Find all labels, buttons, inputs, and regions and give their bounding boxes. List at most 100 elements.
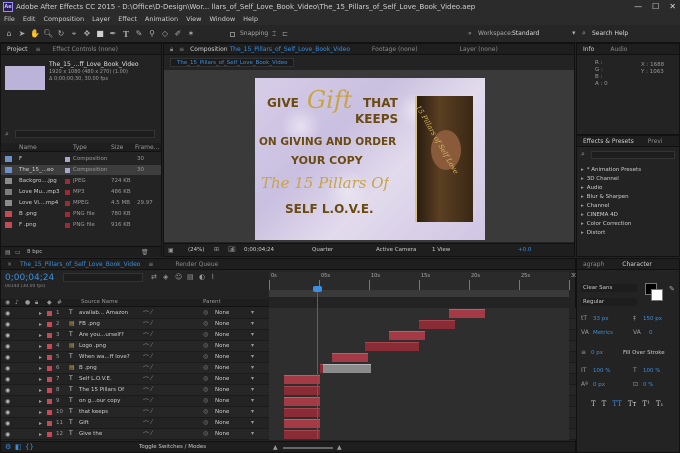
layer-name[interactable]: on g...our copy bbox=[79, 398, 139, 404]
layer-name[interactable]: Give the bbox=[79, 431, 139, 437]
menu-window[interactable]: Window bbox=[210, 14, 236, 25]
subscript-icon[interactable]: T₁ bbox=[656, 400, 663, 408]
tab-effect-controls[interactable]: Effect Controls (none) bbox=[52, 46, 118, 53]
layer-duration-bar[interactable] bbox=[284, 430, 320, 439]
effects-category[interactable]: ▸ Blur & Sharpen bbox=[577, 193, 679, 201]
layer-label-swatch[interactable] bbox=[47, 355, 52, 360]
shy-switch-icon[interactable]: ⌒ bbox=[143, 364, 149, 373]
parent-select[interactable]: None bbox=[215, 332, 229, 338]
parent-pickwhip-icon[interactable]: ◎ bbox=[203, 331, 208, 338]
tab-info[interactable]: Info bbox=[583, 46, 594, 53]
quality-switch-icon[interactable]: ⁄ bbox=[151, 386, 152, 393]
menu-help[interactable]: Help bbox=[243, 14, 258, 25]
layer-label-swatch[interactable] bbox=[47, 388, 52, 393]
camera-select[interactable]: Active Camera bbox=[376, 247, 416, 253]
small-caps-icon[interactable]: Tт bbox=[628, 400, 637, 408]
tab-layer[interactable]: Layer (none) bbox=[460, 46, 498, 53]
quality-switch-icon[interactable]: ⁄ bbox=[151, 375, 152, 382]
layer-duration-bar[interactable] bbox=[284, 397, 320, 406]
shy-switch-icon[interactable]: ⌒ bbox=[143, 430, 149, 439]
resolution-select[interactable]: Quarter bbox=[312, 247, 333, 253]
kerning-value[interactable]: Metrics bbox=[593, 330, 613, 336]
safe-margins-icon[interactable]: ⊞ bbox=[214, 246, 219, 253]
project-item[interactable]: F Composition 30 bbox=[1, 154, 161, 164]
layer-duration-bar[interactable] bbox=[284, 408, 320, 417]
timeline-zoom-slider[interactable] bbox=[283, 447, 333, 449]
layer-label-swatch[interactable] bbox=[47, 399, 52, 404]
project-item[interactable]: Love Mu...mp3 MP3 486 KB bbox=[1, 187, 161, 197]
expand-arrow-icon[interactable]: ▸ bbox=[39, 332, 42, 339]
expand-arrow-icon[interactable]: ▸ bbox=[39, 365, 42, 372]
expand-arrow-icon[interactable]: ▸ bbox=[39, 376, 42, 383]
expand-arrow-icon[interactable]: ▸ bbox=[39, 321, 42, 328]
expand-icon[interactable]: » bbox=[468, 30, 472, 37]
effects-category[interactable]: ▸ Audio bbox=[577, 184, 679, 192]
in-out-icon[interactable]: {} bbox=[25, 443, 34, 451]
lock-icon[interactable]: 🔒︎ bbox=[170, 46, 173, 53]
visibility-eye-icon[interactable]: ◉ bbox=[5, 332, 10, 339]
home-icon[interactable]: ⌂ bbox=[4, 29, 14, 39]
pen-tool-icon[interactable]: ✒ bbox=[108, 29, 118, 39]
menu-view[interactable]: View bbox=[186, 14, 201, 25]
parent-dropdown-icon[interactable]: ▾ bbox=[251, 364, 254, 371]
comp-mini-flowchart-icon[interactable]: ⇄ bbox=[151, 273, 157, 281]
visibility-eye-icon[interactable]: ◉ bbox=[5, 431, 10, 438]
snap-edge-icon[interactable]: ⊏ bbox=[282, 30, 288, 38]
tab-footage[interactable]: Footage (none) bbox=[372, 46, 418, 53]
parent-select[interactable]: None bbox=[215, 354, 229, 360]
tab-project[interactable]: Project bbox=[7, 46, 28, 53]
font-family-select[interactable]: Clear Sans bbox=[581, 284, 637, 292]
parent-pickwhip-icon[interactable]: ◎ bbox=[203, 342, 208, 349]
interpret-footage-icon[interactable]: ▤ bbox=[5, 249, 11, 256]
zoom-in-icon[interactable]: ▲ bbox=[337, 444, 342, 451]
parent-select[interactable]: None bbox=[215, 409, 229, 415]
minimize-button[interactable]: — bbox=[634, 0, 642, 14]
puppet-tool-icon[interactable]: ✶ bbox=[186, 29, 196, 39]
layer-switches-icon[interactable]: ⚙ bbox=[5, 443, 11, 451]
layer-name[interactable]: availab... Amazon bbox=[79, 310, 139, 316]
expand-arrow-icon[interactable]: ▸ bbox=[39, 354, 42, 361]
parent-pickwhip-icon[interactable]: ◎ bbox=[203, 419, 208, 426]
timeline-search-input[interactable] bbox=[63, 273, 143, 282]
visibility-eye-icon[interactable]: ◉ bbox=[5, 387, 10, 394]
camera-snapshot-icon[interactable]: 📷︎ bbox=[228, 246, 236, 253]
zoom-out-icon[interactable]: ▲ bbox=[273, 444, 278, 451]
expand-arrow-icon[interactable]: ▸ bbox=[39, 343, 42, 350]
visibility-eye-icon[interactable]: ◉ bbox=[5, 343, 10, 350]
new-folder-icon[interactable]: ▭ bbox=[15, 249, 21, 256]
col-size[interactable]: Size bbox=[111, 144, 123, 151]
stroke-width-value[interactable]: 0 px bbox=[591, 350, 603, 356]
project-item[interactable]: Backgro....jpg JPEG 724 KB bbox=[1, 176, 161, 186]
quality-switch-icon[interactable]: ⁄ bbox=[151, 419, 152, 426]
superscript-icon[interactable]: T¹ bbox=[642, 400, 649, 408]
parent-select[interactable]: None bbox=[215, 310, 229, 316]
composition-subtab[interactable]: The_15_Pillars_of_Self_Love_Book_Video bbox=[170, 58, 295, 67]
shy-switch-icon[interactable]: ⌒ bbox=[143, 353, 149, 362]
parent-select[interactable]: None bbox=[215, 365, 229, 371]
bit-depth-button[interactable]: 8 bpc bbox=[27, 249, 42, 255]
parent-pickwhip-icon[interactable]: ◎ bbox=[203, 430, 208, 437]
menu-composition[interactable]: Composition bbox=[43, 14, 84, 25]
parent-dropdown-icon[interactable]: ▾ bbox=[251, 419, 254, 426]
layer-name[interactable]: B .png bbox=[79, 365, 139, 371]
visibility-eye-icon[interactable]: ◉ bbox=[5, 409, 10, 416]
motion-blur-icon[interactable]: ◐ bbox=[199, 273, 205, 281]
tab-composition-label[interactable]: Composition bbox=[190, 46, 227, 53]
font-size-value[interactable]: 33 px bbox=[593, 316, 609, 322]
parent-pickwhip-icon[interactable]: ◎ bbox=[203, 375, 208, 382]
effects-category[interactable]: ▸ * Animation Presets bbox=[577, 166, 679, 174]
layer-duration-bar[interactable] bbox=[389, 331, 425, 340]
parent-select[interactable]: None bbox=[215, 343, 229, 349]
quality-switch-icon[interactable]: ⁄ bbox=[151, 353, 152, 360]
col-frame[interactable]: Frame... bbox=[135, 144, 159, 151]
stroke-mode-select[interactable]: Fill Over Stroke bbox=[623, 350, 665, 356]
rotate-tool-icon[interactable]: ↻ bbox=[56, 29, 66, 39]
expand-arrow-icon[interactable]: ▸ bbox=[39, 420, 42, 427]
parent-pickwhip-icon[interactable]: ◎ bbox=[203, 408, 208, 415]
parent-select[interactable]: None bbox=[215, 420, 229, 426]
playhead-handle[interactable] bbox=[313, 286, 322, 292]
parent-pickwhip-icon[interactable]: ◎ bbox=[203, 320, 208, 327]
selected-layer-bar[interactable] bbox=[323, 364, 371, 373]
frame-blending-icon[interactable]: ▤ bbox=[187, 273, 194, 281]
parent-dropdown-icon[interactable]: ▾ bbox=[251, 408, 254, 415]
